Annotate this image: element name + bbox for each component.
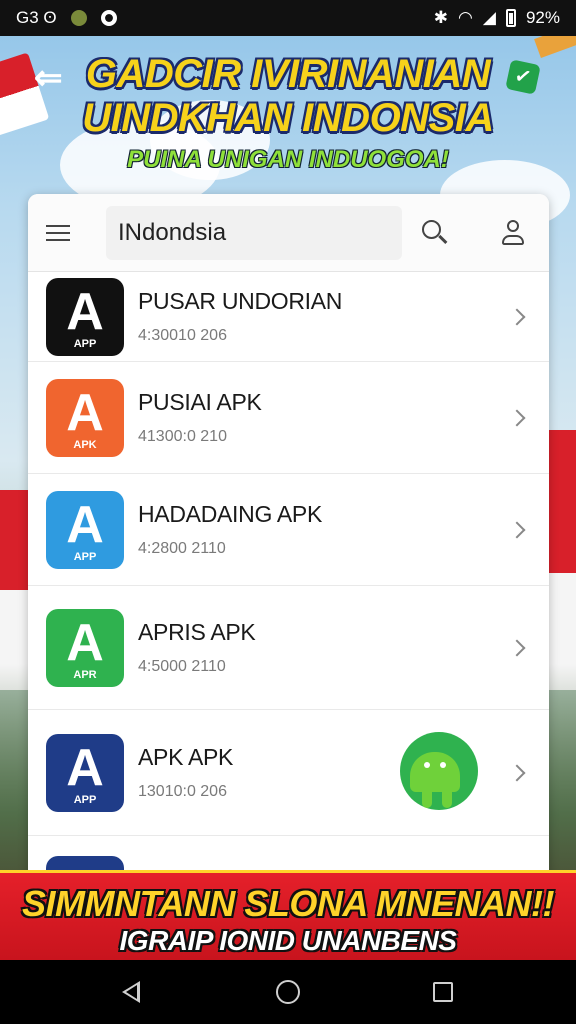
app-subtitle: 4:2800 2110 xyxy=(138,540,226,557)
list-item[interactable]: A APP HADADAING APK 4:2800 2110 xyxy=(28,474,549,586)
promo-banner[interactable]: SIMMNTANN SLONA MNENAN!! IGRAIP IONID UN… xyxy=(0,870,576,960)
status-left-text: G3 ʘ xyxy=(16,8,57,27)
app-icon: A APR xyxy=(46,608,124,687)
banner-subline: IGRAIP IONID UNANBENS xyxy=(119,925,457,956)
app-name: HADADAING APK xyxy=(138,501,322,527)
list-item[interactable]: A APR APRIS APK 4:5000 2110 xyxy=(28,586,549,710)
back-icon[interactable] xyxy=(122,981,140,1003)
search-icon[interactable] xyxy=(422,219,448,246)
app-subtitle: 4:5000 2110 xyxy=(138,658,226,675)
list-item[interactable]: A APK PUSIAI APK 41300:0 210 xyxy=(28,362,549,474)
chevron-right-icon xyxy=(508,639,526,656)
app-name: PUSAR UNDORIAN xyxy=(138,288,343,314)
app-icon: A APP xyxy=(46,733,124,812)
bluetooth-icon: ✱ xyxy=(433,8,449,27)
search-toolbar xyxy=(28,194,549,272)
app-icon: A APK xyxy=(46,378,124,457)
wifi-icon: ◠ xyxy=(458,8,473,27)
notification-icon xyxy=(70,10,87,26)
a-logo-icon: A xyxy=(66,282,104,341)
page-subtitle: PUINA UNIGAN INDUOGOA! xyxy=(127,146,449,173)
app-list: A APP PUSAR UNDORIAN 4:30010 206 A APK P… xyxy=(28,272,549,894)
signal-icon: ◢ xyxy=(482,8,496,27)
a-logo-icon: A xyxy=(66,383,104,442)
a-logo-icon: A xyxy=(66,495,104,554)
list-item[interactable]: A APP APK APK 13010:0 206 xyxy=(28,710,549,836)
app-subtitle: 13010:0 206 xyxy=(138,783,227,800)
indonesia-flag-decoration xyxy=(546,430,576,690)
battery-icon xyxy=(505,9,516,27)
app-icon: A APP xyxy=(46,277,124,356)
chevron-right-icon xyxy=(508,409,526,426)
app-list-card: A APP PUSAR UNDORIAN 4:30010 206 A APK P… xyxy=(28,194,549,894)
chevron-right-icon xyxy=(508,521,526,538)
recent-apps-icon[interactable] xyxy=(433,982,453,1002)
chevron-right-icon xyxy=(508,764,526,781)
status-bar: G3 ʘ ✱ ◠ ◢ 92% xyxy=(0,0,576,36)
list-item[interactable]: A APP PUSAR UNDORIAN 4:30010 206 xyxy=(28,272,549,362)
app-subtitle: 4:30010 206 xyxy=(138,327,227,344)
app-name: PUSIAI APK xyxy=(138,389,262,415)
app-icon: A APP xyxy=(46,490,124,569)
a-logo-icon: A xyxy=(66,613,104,672)
page-title-line1: GADCIR IVIRINANIAN xyxy=(85,52,491,96)
system-nav-bar xyxy=(0,960,576,1024)
a-logo-icon: A xyxy=(66,738,104,797)
search-input[interactable] xyxy=(106,205,402,260)
chevron-right-icon xyxy=(508,308,526,325)
menu-icon[interactable] xyxy=(46,223,72,243)
battery-percent: 92% xyxy=(525,8,560,27)
app-badge-icon[interactable]: ✓ xyxy=(505,59,541,95)
indonesia-flag-decoration xyxy=(0,490,30,690)
android-icon xyxy=(400,732,478,810)
app-name: APRIS APK xyxy=(138,619,256,645)
app-name: APK APK xyxy=(138,744,234,770)
page-title-line2: UINDKHAN INDONSIA xyxy=(82,96,494,140)
app-subtitle: 41300:0 210 xyxy=(138,428,227,445)
notification-icon xyxy=(100,10,117,26)
banner-headline: SIMMNTANN SLONA MNENAN!! xyxy=(22,883,554,924)
home-icon[interactable] xyxy=(276,980,300,1004)
user-icon[interactable] xyxy=(500,219,526,247)
